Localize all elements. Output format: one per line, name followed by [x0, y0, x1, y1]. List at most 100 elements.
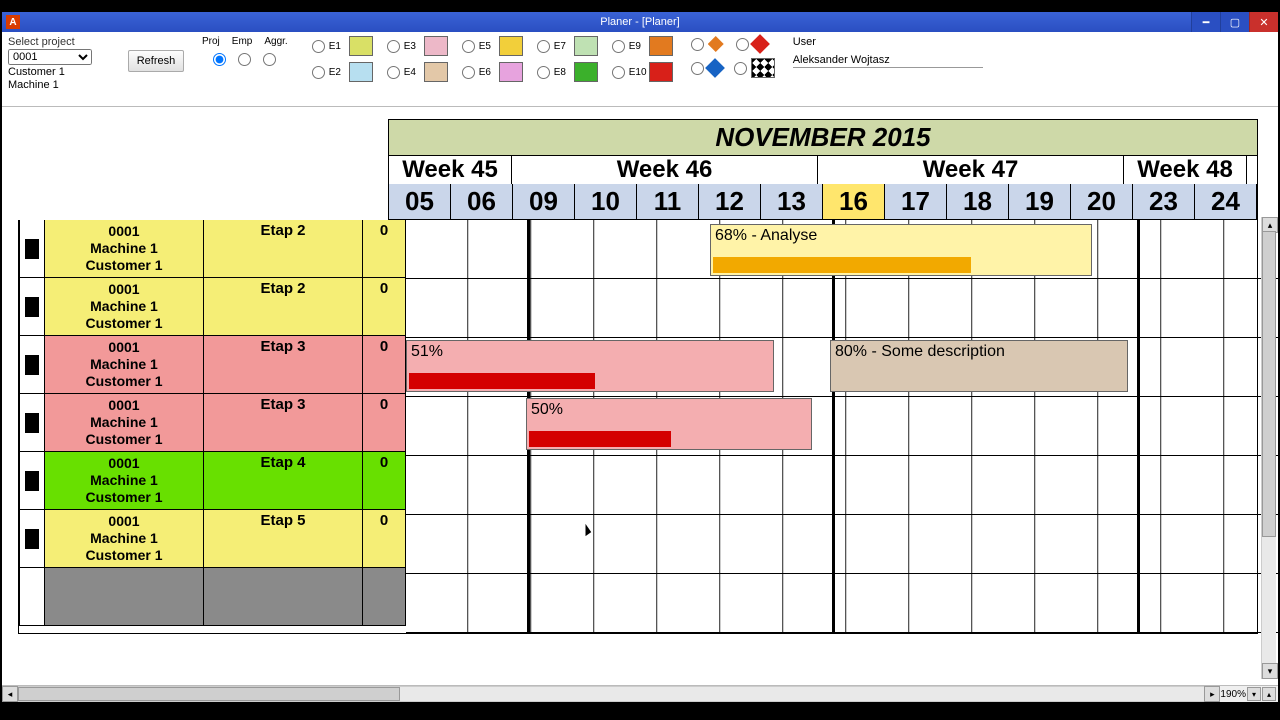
zoom-in-button[interactable]: ▴	[1262, 687, 1276, 701]
gantt-bar[interactable]: 80% - Some description	[830, 340, 1128, 392]
legend-E5-radio[interactable]	[462, 40, 475, 53]
legend-E8-radio[interactable]	[537, 66, 550, 79]
grid-cell[interactable]	[468, 279, 531, 337]
grid-cell[interactable]	[468, 574, 531, 632]
scroll-right-icon[interactable]: ▸	[1204, 686, 1220, 702]
grid-cell[interactable]	[846, 574, 909, 632]
grid-cell[interactable]	[909, 515, 972, 573]
scroll-left-icon[interactable]: ◂	[2, 686, 18, 702]
grid-cell[interactable]	[657, 279, 720, 337]
grid-cell[interactable]	[657, 574, 720, 632]
grid-cell[interactable]	[846, 397, 909, 455]
diamond-2-radio[interactable]	[691, 62, 704, 75]
grid-cell[interactable]	[1035, 456, 1098, 514]
grid-cell[interactable]	[972, 456, 1035, 514]
grid-cell[interactable]	[1098, 574, 1161, 632]
row-handle[interactable]	[19, 220, 45, 278]
grid-cell[interactable]	[1098, 279, 1161, 337]
gantt-bar[interactable]: 50%	[526, 398, 812, 450]
grid-cell[interactable]	[972, 397, 1035, 455]
row-handle[interactable]	[19, 336, 45, 394]
grid-cell[interactable]	[972, 574, 1035, 632]
grid-cell[interactable]	[783, 279, 846, 337]
grid-cell[interactable]	[531, 574, 594, 632]
legend-E4-radio[interactable]	[387, 66, 400, 79]
row-handle[interactable]	[19, 394, 45, 452]
grid-cell[interactable]	[1161, 574, 1224, 632]
project-select[interactable]: 0001	[8, 49, 92, 65]
grid-cell[interactable]	[846, 456, 909, 514]
grid-cell[interactable]	[783, 456, 846, 514]
legend-E1-radio[interactable]	[312, 40, 325, 53]
row-handle[interactable]	[19, 452, 45, 510]
grid-cell[interactable]	[972, 515, 1035, 573]
grid-cell[interactable]	[594, 574, 657, 632]
grid-cell[interactable]	[1161, 279, 1224, 337]
row-handle[interactable]	[19, 278, 45, 336]
grid-cell[interactable]	[783, 574, 846, 632]
refresh-button[interactable]: Refresh	[128, 50, 184, 72]
scroll-down-icon[interactable]: ▾	[1262, 663, 1278, 679]
grid-cell[interactable]	[909, 456, 972, 514]
grid-cell[interactable]	[531, 220, 594, 278]
grid-cell[interactable]	[594, 220, 657, 278]
grid-cell[interactable]	[406, 279, 468, 337]
grid-cell[interactable]	[909, 574, 972, 632]
grid-cell[interactable]	[468, 515, 531, 573]
mode-aggr-radio[interactable]	[263, 53, 276, 66]
grid-cell[interactable]	[1161, 338, 1224, 396]
grid-cell[interactable]	[531, 279, 594, 337]
grid-cell[interactable]	[1161, 397, 1224, 455]
legend-E6-radio[interactable]	[462, 66, 475, 79]
minimize-button[interactable]: ━	[1191, 12, 1220, 32]
grid-cell[interactable]	[406, 574, 468, 632]
diamond-3-radio[interactable]	[736, 38, 749, 51]
grid-cell[interactable]	[720, 456, 783, 514]
grid-cell[interactable]	[720, 574, 783, 632]
grid-cell[interactable]	[594, 279, 657, 337]
legend-E2-radio[interactable]	[312, 66, 325, 79]
grid-cell[interactable]	[406, 220, 468, 278]
grid-cell[interactable]	[1161, 220, 1224, 278]
close-button[interactable]: ✕	[1249, 12, 1278, 32]
grid-cell[interactable]	[783, 515, 846, 573]
mode-emp-radio[interactable]	[238, 53, 251, 66]
grid-cell[interactable]	[1098, 397, 1161, 455]
grid-cell[interactable]	[1035, 574, 1098, 632]
grid-cell[interactable]	[468, 456, 531, 514]
grid-cell[interactable]	[468, 397, 531, 455]
mode-proj-radio[interactable]	[213, 53, 226, 66]
grid-cell[interactable]	[406, 397, 468, 455]
grid-cell[interactable]	[846, 515, 909, 573]
grid-cell[interactable]	[531, 515, 594, 573]
grid-cell[interactable]	[468, 220, 531, 278]
grid-cell[interactable]	[1035, 397, 1098, 455]
grid-cell[interactable]	[1098, 515, 1161, 573]
grid-cell[interactable]	[1098, 220, 1161, 278]
grid-cell[interactable]	[1161, 456, 1224, 514]
grid-cell[interactable]	[1161, 515, 1224, 573]
grid-cell[interactable]	[406, 456, 468, 514]
horizontal-scrollbar[interactable]: ◂ ▸	[2, 687, 1220, 701]
grid-cell[interactable]	[1035, 279, 1098, 337]
grid-cell[interactable]	[594, 456, 657, 514]
grid-cell[interactable]	[720, 515, 783, 573]
gantt-bar[interactable]: 68% - Analyse	[710, 224, 1092, 276]
grid-cell[interactable]	[972, 279, 1035, 337]
legend-E10-radio[interactable]	[612, 66, 625, 79]
diamond-4-radio[interactable]	[734, 62, 747, 75]
diamond-1-radio[interactable]	[691, 38, 704, 51]
grid-cell[interactable]	[909, 397, 972, 455]
grid-cell[interactable]	[657, 515, 720, 573]
vertical-scrollbar[interactable]: ▴ ▾	[1261, 217, 1276, 679]
grid-cell[interactable]	[531, 456, 594, 514]
grid-cell[interactable]	[1035, 515, 1098, 573]
legend-E7-radio[interactable]	[537, 40, 550, 53]
grid-cell[interactable]	[1098, 456, 1161, 514]
row-handle[interactable]	[19, 510, 45, 568]
grid-cell[interactable]	[594, 515, 657, 573]
grid-cell[interactable]	[720, 279, 783, 337]
legend-E9-radio[interactable]	[612, 40, 625, 53]
legend-E3-radio[interactable]	[387, 40, 400, 53]
zoom-out-button[interactable]: ▾	[1247, 687, 1261, 701]
